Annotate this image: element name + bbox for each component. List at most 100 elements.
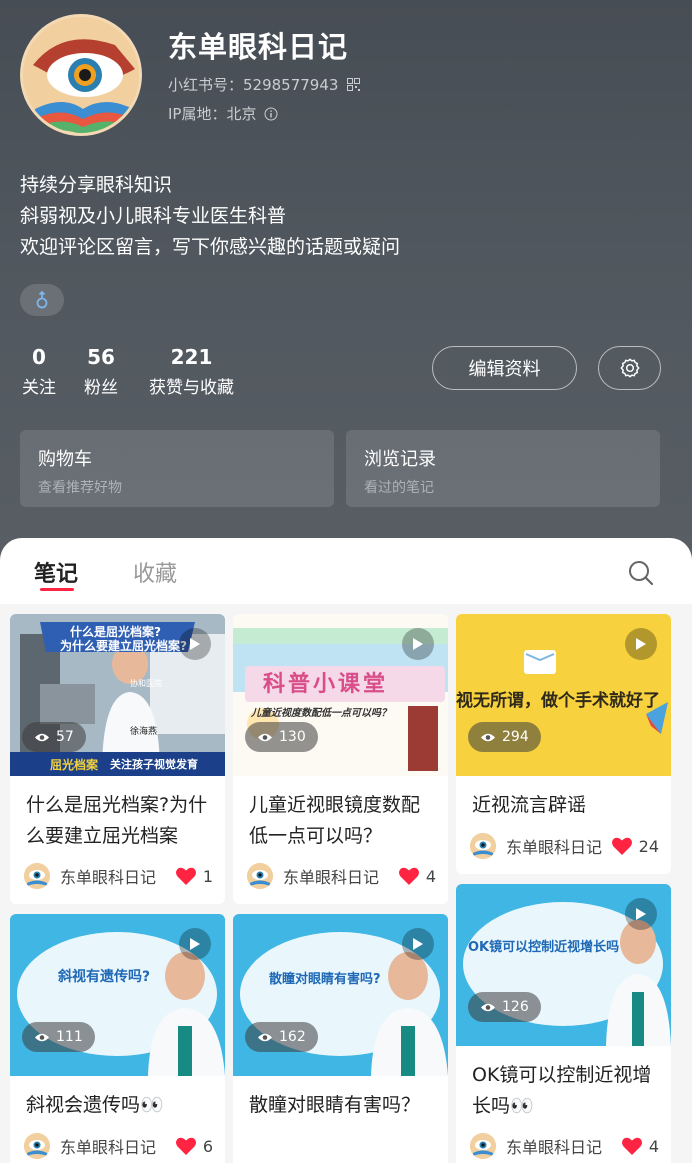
browse-history-card[interactable]: 浏览记录 看过的笔记: [346, 430, 660, 507]
cover-text: 科普小课堂: [263, 672, 389, 697]
notes-feed: 协和医院 徐海燕 什么是屈光档案? 为什么要建立屈光档案? 屈光档案 关注孩子视…: [0, 604, 692, 1163]
like-count: 4: [648, 1136, 659, 1156]
note-cover[interactable]: 科普小课堂 儿童近视度数配低一点可以吗？ 130: [233, 614, 448, 776]
note-card[interactable]: 科普小课堂 儿童近视度数配低一点可以吗？ 130 儿童近视眼镜度数配低一点可以吗…: [233, 614, 448, 904]
note-footer: 东单眼科日记 24: [470, 832, 659, 860]
author-avatar[interactable]: [24, 1133, 50, 1159]
ip-location: IP属地：北京: [168, 105, 257, 123]
author-name[interactable]: 东单眼科日记: [506, 834, 611, 858]
view-count-value: 126: [502, 999, 529, 1015]
note-title: OK镜可以控制近视增长吗👀: [472, 1064, 652, 1117]
author-name[interactable]: 东单眼科日记: [60, 864, 175, 888]
note-card[interactable]: 斜视有遗传吗? 111 斜视会遗传吗👀 东单眼科日记 6: [10, 914, 225, 1163]
profile-header: 东单眼科日记 小红书号：5298577943 IP属地：北京 持续分享眼科知识 …: [0, 0, 692, 560]
note-footer: 东单眼科日记 4: [470, 1132, 659, 1160]
cover-tag: 徐海燕: [130, 725, 157, 736]
like-count: 1: [202, 866, 213, 886]
gender-badge: [20, 284, 64, 316]
video-play-icon: [179, 928, 211, 960]
view-count: 57: [22, 722, 86, 752]
ip-location-row: IP属地：北京: [168, 103, 278, 124]
author-avatar[interactable]: [24, 863, 50, 889]
view-count: 126: [468, 992, 541, 1022]
card-subtitle: 查看推荐好物: [38, 480, 122, 496]
like-button[interactable]: 4: [398, 866, 436, 886]
cover-text: 为什么要建立屈光档案?: [60, 639, 187, 653]
eye-icon: [481, 733, 495, 741]
note-cover[interactable]: 协和医院 徐海燕 什么是屈光档案? 为什么要建立屈光档案? 屈光档案 关注孩子视…: [10, 614, 225, 776]
eye-icon: [35, 1033, 49, 1041]
view-count-value: 57: [56, 729, 74, 745]
view-count-value: 130: [279, 729, 306, 745]
search-icon: [629, 561, 654, 586]
view-count-value: 162: [279, 1029, 306, 1045]
like-button[interactable]: 4: [621, 1136, 659, 1156]
note-title: 斜视会遗传吗👀: [26, 1094, 164, 1116]
author-avatar[interactable]: [470, 1133, 496, 1159]
note-footer: 东单眼科日记 6: [24, 1132, 213, 1160]
eye-icon: [35, 733, 49, 741]
profile-nickname: 东单眼科日记: [168, 30, 349, 64]
qrcode-icon[interactable]: [346, 78, 360, 92]
tab-notes[interactable]: 笔记: [34, 556, 78, 588]
xhs-id-row: 小红书号：5298577943: [168, 74, 360, 95]
info-icon[interactable]: [264, 107, 278, 121]
view-count: 162: [245, 1022, 318, 1052]
stat-following[interactable]: 0 关注: [20, 345, 58, 398]
note-footer: 东单眼科日记 4: [247, 862, 436, 890]
cover-tag: 协和医院: [130, 678, 162, 688]
author-avatar[interactable]: [470, 833, 496, 859]
cover-text: 视无所谓，做个手术就好了: [456, 691, 660, 711]
note-card[interactable]: 协和医院 徐海燕 什么是屈光档案? 为什么要建立屈光档案? 屈光档案 关注孩子视…: [10, 614, 225, 904]
stat-followers[interactable]: 56 粉丝: [82, 345, 120, 398]
cover-text: 散瞳对眼睛有害吗?: [269, 972, 381, 987]
author-name[interactable]: 东单眼科日记: [506, 1134, 621, 1158]
xhs-id: 小红书号：5298577943: [168, 76, 339, 94]
stat-number: 0: [32, 345, 46, 369]
author-name[interactable]: 东单眼科日记: [60, 1134, 175, 1158]
heart-icon: [398, 867, 419, 885]
note-card[interactable]: OK镜可以控制近视增长吗 126 OK镜可以控制近视增长吗👀 东单眼科日记 4: [456, 884, 671, 1163]
author-name[interactable]: 东单眼科日记: [283, 864, 398, 888]
note-card[interactable]: 视无所谓，做个手术就好了 294 近视流言辟谣 东单眼科日记 24: [456, 614, 671, 874]
eye-icon: [258, 733, 272, 741]
gear-icon: [620, 358, 639, 378]
like-button[interactable]: 6: [175, 1136, 213, 1156]
video-play-icon: [179, 628, 211, 660]
bio-line: 持续分享眼科知识: [20, 174, 173, 196]
male-icon: [36, 291, 48, 309]
video-play-icon: [625, 898, 657, 930]
search-button[interactable]: [626, 558, 656, 588]
shopping-cart-card[interactable]: 购物车 查看推荐好物: [20, 430, 334, 507]
tab-collections[interactable]: 收藏: [133, 556, 177, 588]
heart-icon: [175, 1137, 196, 1155]
note-title: 散瞳对眼睛有害吗？: [249, 1094, 421, 1116]
view-count: 111: [22, 1022, 95, 1052]
note-cover[interactable]: 视无所谓，做个手术就好了 294: [456, 614, 671, 776]
settings-button[interactable]: [598, 346, 661, 390]
stat-number: 221: [170, 345, 213, 369]
stat-label: 关注: [22, 378, 56, 398]
avatar[interactable]: [20, 14, 142, 136]
like-button[interactable]: 1: [175, 866, 213, 886]
note-cover[interactable]: 散瞳对眼睛有害吗? 162: [233, 914, 448, 1076]
note-cover[interactable]: 斜视有遗传吗? 111: [10, 914, 225, 1076]
like-count: 24: [638, 836, 659, 856]
card-title: 浏览记录: [364, 449, 436, 470]
cover-caption: 屈光档案: [50, 758, 99, 772]
author-avatar[interactable]: [247, 863, 273, 889]
note-card[interactable]: 散瞳对眼睛有害吗? 162 散瞳对眼睛有害吗？: [233, 914, 448, 1163]
like-count: 6: [202, 1136, 213, 1156]
edit-profile-button[interactable]: 编辑资料: [432, 346, 577, 390]
active-tab-indicator: [40, 588, 74, 591]
eye-icon: [481, 1003, 495, 1011]
view-count-value: 111: [56, 1029, 83, 1045]
note-title: 近视流言辟谣: [472, 794, 587, 816]
bio-line: 欢迎评论区留言，写下你感兴趣的话题或疑问: [20, 236, 401, 258]
stat-likes-collects[interactable]: 221 获赞与收藏: [144, 345, 239, 398]
note-cover[interactable]: OK镜可以控制近视增长吗 126: [456, 884, 671, 1046]
profile-bio: 持续分享眼科知识 斜弱视及小儿眼科专业医生科普 欢迎评论区留言，写下你感兴趣的话…: [20, 170, 400, 263]
cover-text: 儿童近视度数配低一点可以吗？: [251, 708, 391, 719]
like-button[interactable]: 24: [611, 836, 659, 856]
stat-number: 56: [87, 345, 115, 369]
